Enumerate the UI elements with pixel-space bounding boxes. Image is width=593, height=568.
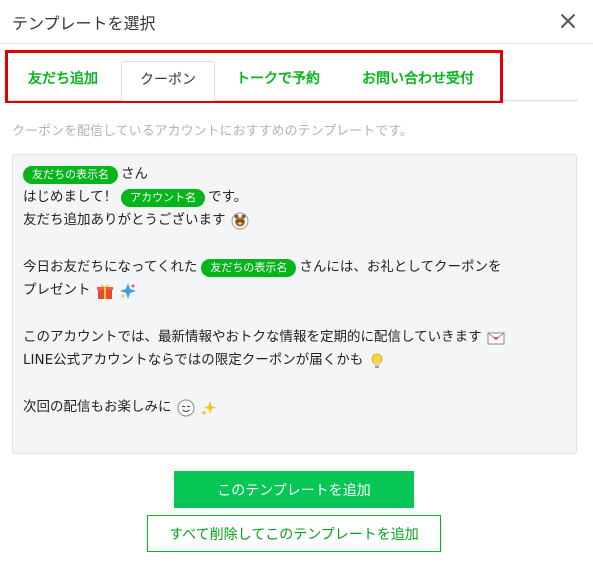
message-text: 次回の配信もお楽しみに xyxy=(23,399,172,415)
delete-all-and-add-template-button[interactable]: すべて削除してこのテンプレートを追加 xyxy=(147,515,441,552)
template-select-dialog: テンプレートを選択 友だち追加 クーポン トークで予約 お問い合わせ受付 クーポ… xyxy=(0,0,593,568)
envelope-emoji-icon xyxy=(487,329,505,347)
message-text: 今日お友だちになってくれた xyxy=(23,259,198,275)
message-text: LINE公式アカウントならではの限定クーポンが届くかも xyxy=(23,352,364,368)
tab-divider-extension xyxy=(503,100,578,101)
lightbulb-emoji-icon xyxy=(368,352,386,370)
message-line: 友だち追加ありがとうございます xyxy=(23,209,566,232)
message-line: このアカウントでは、最新情報やおトクな情報を定期的に配信していきます xyxy=(23,326,566,349)
message-preview: 友だちの表示名 さん はじめまして！ アカウント名 です。 友だち追加ありがとう… xyxy=(12,154,577,454)
smiling-face-emoji-icon xyxy=(177,399,195,417)
tab-bar: 友だち追加 クーポン トークで予約 お問い合わせ受付 xyxy=(8,53,500,101)
sparkle-star-emoji-icon xyxy=(119,282,137,300)
message-line: LINE公式アカウントならではの限定クーポンが届くかも xyxy=(23,349,566,372)
add-template-button[interactable]: このテンプレートを追加 xyxy=(174,471,414,508)
message-text: さん xyxy=(121,166,148,182)
message-line: プレゼント xyxy=(23,279,566,302)
bear-emoji-icon xyxy=(231,212,249,230)
tab-coupon[interactable]: クーポン xyxy=(121,61,215,101)
message-line: 今日お友だちになってくれた 友だちの表示名 さんには、お礼としてクーポンを xyxy=(23,256,566,279)
message-text: です。 xyxy=(208,189,248,205)
template-hint: クーポンを配信しているアカウントにおすすめのテンプレートです。 xyxy=(12,124,413,139)
message-line: 次回の配信もお楽しみに xyxy=(23,396,566,419)
dialog-title: テンプレートを選択 xyxy=(12,14,156,33)
close-icon xyxy=(561,14,575,28)
placeholder-tag: 友だちの表示名 xyxy=(23,165,118,184)
message-text: プレゼント xyxy=(23,282,91,298)
message-text: このアカウントでは、最新情報やおトクな情報を定期的に配信していきます xyxy=(23,329,482,345)
message-text: 友だち追加ありがとうございます xyxy=(23,212,226,228)
message-text: さんには、お礼としてクーポンを xyxy=(299,259,502,275)
placeholder-tag: アカウント名 xyxy=(121,188,206,207)
tab-highlight-box: 友だち追加 クーポン トークで予約 お問い合わせ受付 xyxy=(5,50,503,103)
tab-reservation[interactable]: トークで予約 xyxy=(226,61,330,101)
message-line: はじめまして！ アカウント名 です。 xyxy=(23,186,566,209)
gift-emoji-icon xyxy=(96,282,114,300)
placeholder-tag: 友だちの表示名 xyxy=(201,258,297,277)
message-line: 友だちの表示名 さん xyxy=(23,163,566,186)
close-button[interactable] xyxy=(555,8,581,34)
tab-inquiry[interactable]: お問い合わせ受付 xyxy=(348,61,488,101)
tab-friend-add[interactable]: 友だち追加 xyxy=(20,61,106,101)
dialog-header: テンプレートを選択 xyxy=(0,0,593,44)
sparkles-emoji-icon xyxy=(200,399,218,417)
message-text: はじめまして！ xyxy=(23,189,118,205)
